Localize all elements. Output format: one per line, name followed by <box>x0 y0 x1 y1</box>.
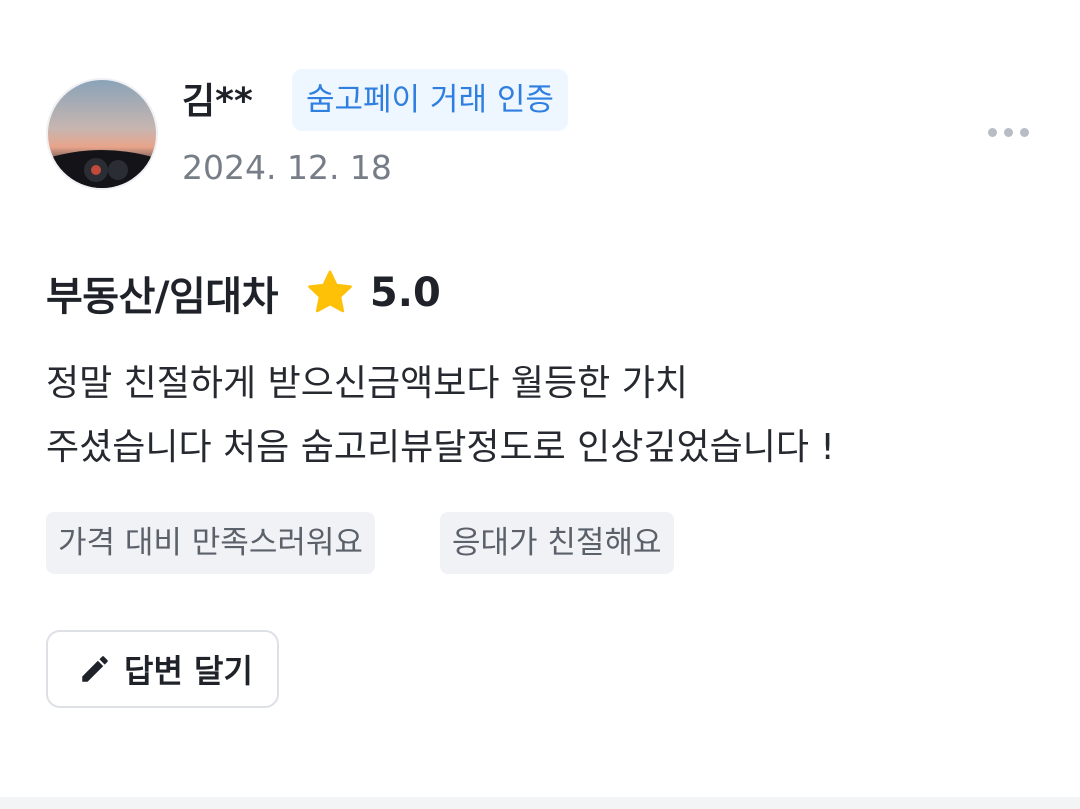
service-name: 부동산/임대차 <box>46 274 278 320</box>
star-icon <box>304 267 356 319</box>
verified-payment-badge: 숨고페이 거래 인증 <box>292 69 568 131</box>
section-divider <box>0 797 1080 809</box>
pencil-icon <box>78 652 112 686</box>
review-body: 정말 친절하게 받으신금액보다 월등한 가치 주셨습니다 처음 숨고리뷰달정도로… <box>46 352 1036 480</box>
review-text-line: 주셨습니다 처음 숨고리뷰달정도로 인상깊었습니다 ! <box>46 427 835 468</box>
reply-button-label: 답변 달기 <box>124 652 253 690</box>
review-tag: 응대가 친절해요 <box>440 512 674 574</box>
more-horizontal-icon <box>1019 127 1029 137</box>
service-rating-row: 부동산/임대차 5.0 <box>46 262 441 324</box>
avatar-photo <box>48 80 156 188</box>
review-tag: 가격 대비 만족스러워요 <box>46 512 375 574</box>
reply-button[interactable]: 답변 달기 <box>46 630 279 708</box>
more-horizontal-icon <box>1003 127 1013 137</box>
reviewer-avatar <box>46 78 158 190</box>
review-date: 2024. 12. 18 <box>182 148 392 187</box>
rating-value: 5.0 <box>369 270 441 316</box>
review-text-line: 정말 친절하게 받으신금액보다 월등한 가치 <box>46 363 688 404</box>
more-options-button[interactable] <box>980 112 1036 152</box>
more-horizontal-icon <box>987 127 997 137</box>
reviewer-name: 김** <box>182 81 253 122</box>
